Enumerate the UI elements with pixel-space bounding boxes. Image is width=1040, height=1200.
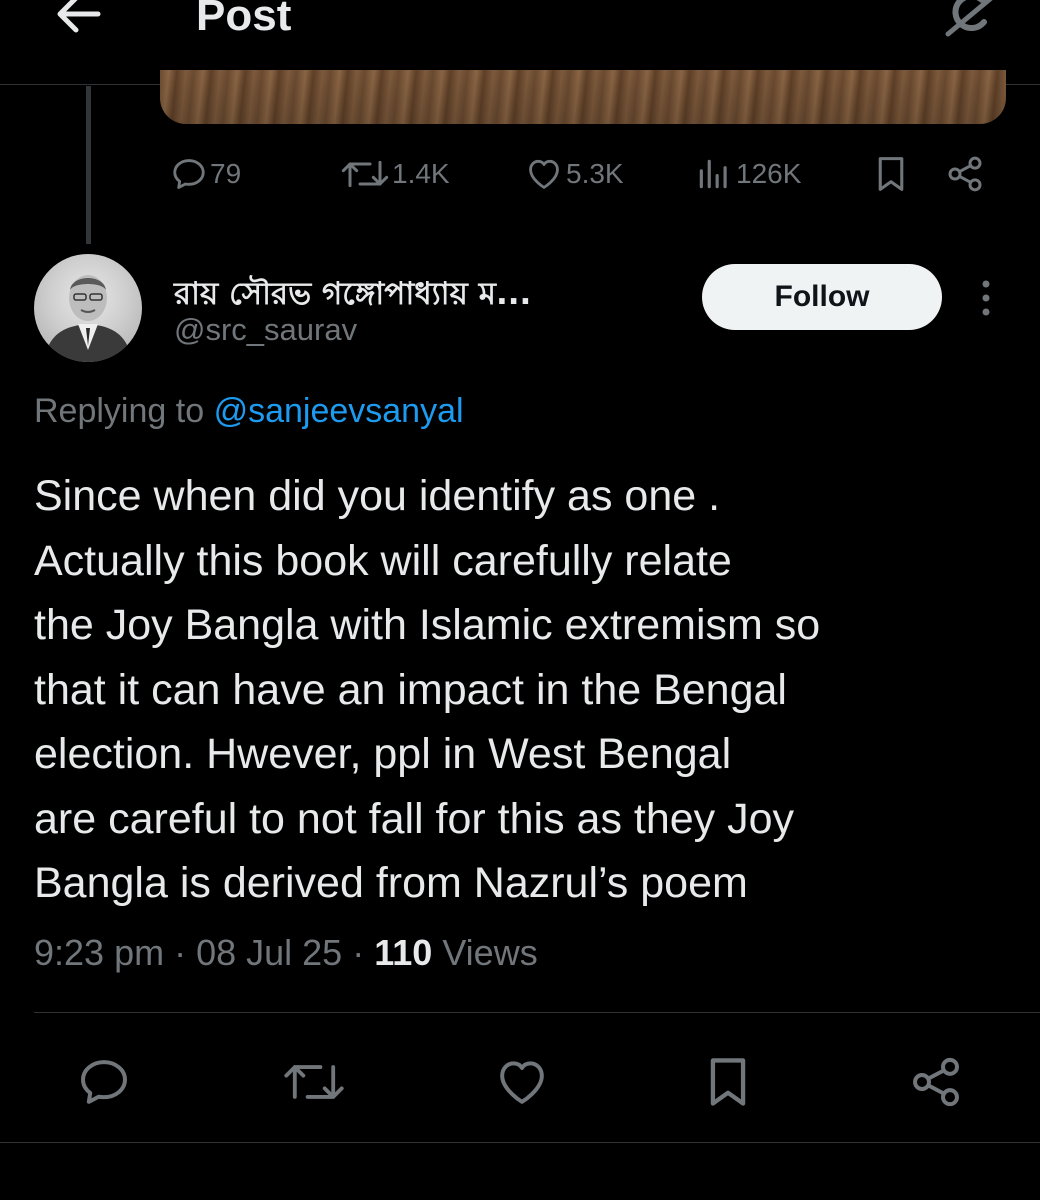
tweet-text-line: Bangla is derived from Nazrul’s poem bbox=[34, 859, 748, 907]
more-options-icon[interactable] bbox=[970, 278, 1002, 318]
tweet-text-line: that it can have an impact in the Bengal bbox=[34, 665, 787, 714]
arrow-left-icon[interactable] bbox=[54, 0, 102, 34]
page-title: Post bbox=[196, 0, 292, 40]
media-image[interactable] bbox=[160, 70, 1006, 124]
avatar[interactable] bbox=[34, 254, 142, 362]
analytics-icon bbox=[699, 159, 727, 189]
tweet-text: Since when did you identify as one . Act… bbox=[34, 464, 994, 916]
repost-count: 1.4K bbox=[392, 158, 450, 189]
reply-icon bbox=[173, 159, 205, 189]
user-handle[interactable]: @src_saurav bbox=[174, 312, 357, 348]
reply-icon bbox=[81, 1060, 127, 1104]
tweet-text-line: are careful to not fall for this as they… bbox=[34, 794, 795, 843]
tweet-date[interactable]: 08 Jul 25 bbox=[196, 932, 342, 973]
views-count: 126K bbox=[736, 158, 802, 189]
repost-icon bbox=[341, 160, 389, 188]
tweet-time[interactable]: 9:23 pm bbox=[34, 932, 164, 973]
grok-icon[interactable] bbox=[940, 0, 1004, 40]
tweet-meta: 9:23 pm · 08 Jul 25 · 110 Views bbox=[34, 932, 538, 974]
thread-line bbox=[86, 86, 91, 244]
repost-button[interactable] bbox=[282, 1054, 344, 1110]
views-action[interactable]: 126K bbox=[694, 150, 801, 198]
divider bbox=[34, 1012, 1040, 1013]
heart-icon bbox=[500, 1061, 544, 1104]
meta-separator: · bbox=[174, 932, 197, 973]
share-action[interactable] bbox=[944, 150, 986, 198]
bookmark-icon bbox=[878, 157, 904, 191]
repost-icon bbox=[284, 1065, 344, 1099]
heart-icon bbox=[529, 159, 559, 189]
bookmark-action[interactable] bbox=[872, 150, 910, 198]
meta-separator: · bbox=[352, 932, 375, 973]
tweet-text-line: Actually this book will carefully relate bbox=[34, 536, 732, 585]
reply-action[interactable]: 79 bbox=[170, 150, 241, 198]
like-action[interactable]: 5.3K bbox=[524, 150, 624, 198]
like-count: 5.3K bbox=[566, 158, 624, 189]
share-icon bbox=[948, 156, 982, 192]
tweet-views-label: Views bbox=[442, 932, 538, 973]
divider bbox=[0, 1142, 1040, 1143]
bookmark-icon bbox=[710, 1058, 746, 1106]
tweet-text-line: the Joy Bangla with Islamic extremism so bbox=[34, 601, 821, 649]
follow-button[interactable]: Follow bbox=[702, 264, 942, 330]
bookmark-button[interactable] bbox=[702, 1054, 758, 1110]
replying-prefix: Replying to bbox=[34, 392, 205, 430]
replying-to: Replying to @sanjeevsanyal bbox=[34, 392, 464, 431]
reply-count: 79 bbox=[210, 158, 242, 189]
tweet-text-line: Since when did you identify as one . bbox=[34, 472, 721, 520]
repost-action[interactable]: 1.4K bbox=[340, 150, 450, 198]
tweet-text-line: election. Hwever, ppl in West Bengal bbox=[34, 730, 732, 778]
tweet-views-count: 110 bbox=[374, 932, 433, 973]
like-button[interactable] bbox=[494, 1054, 550, 1110]
reply-button[interactable] bbox=[76, 1054, 132, 1110]
share-icon bbox=[913, 1057, 959, 1107]
share-button[interactable] bbox=[908, 1054, 964, 1110]
replying-to-mention[interactable]: @sanjeevsanyal bbox=[214, 392, 464, 430]
